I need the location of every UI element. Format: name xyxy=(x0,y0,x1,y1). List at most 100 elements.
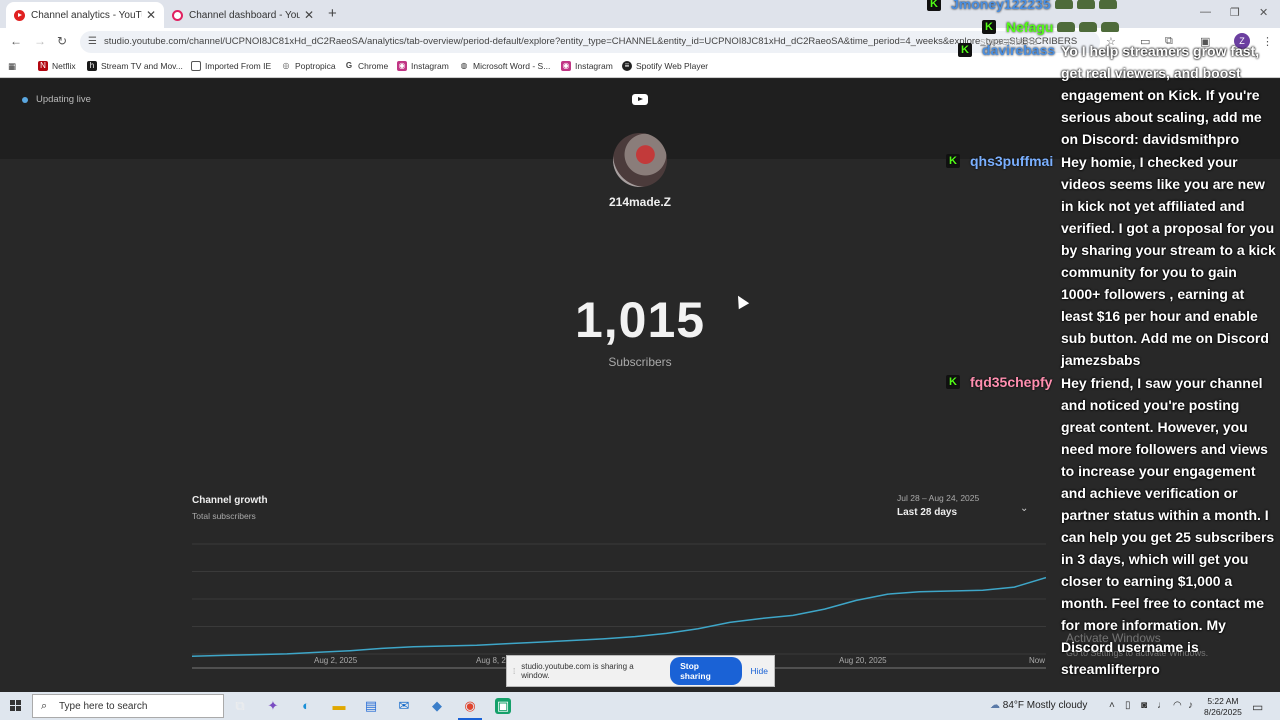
emote-icon xyxy=(1101,22,1120,32)
bookmark-netflix[interactable]: N Netflix xyxy=(38,61,76,71)
chevron-down-icon[interactable]: ⌄ xyxy=(1020,503,1028,514)
pin-icon: ◎ xyxy=(282,61,290,70)
bookmark-spotify[interactable]: ≡ Spotify Web Player xyxy=(622,61,708,71)
chat-username: K qhs3puffmai xyxy=(946,153,1053,169)
chrome-icon[interactable]: ◉ xyxy=(458,698,482,720)
forward-icon[interactable]: → xyxy=(34,34,46,48)
bookmark-poptropica[interactable]: ◎ Poptropica xyxy=(281,61,336,71)
chat-username: K Nefagu xyxy=(982,19,1120,35)
x-tick-label: Now xyxy=(1029,656,1046,665)
volume-icon[interactable]: ♪ xyxy=(1188,700,1193,711)
share-message: studio.youtube.com is sharing a window. xyxy=(521,662,634,680)
maximize-icon[interactable]: ❐ xyxy=(1230,6,1240,19)
bookmark-chrome[interactable]: G Chrome xyxy=(344,61,388,71)
bookmark-imported[interactable]: Imported From IE xyxy=(191,61,271,71)
kick-badge-icon: K xyxy=(946,375,960,389)
weather-widget[interactable]: ☁ 84°F Mostly cloudy xyxy=(990,700,1087,711)
new-tab-button[interactable]: + xyxy=(328,5,337,22)
x-tick-label: Aug 2, 2025 xyxy=(314,656,358,665)
windows-start-icon[interactable] xyxy=(10,700,22,712)
close-icon[interactable]: ✕ xyxy=(146,8,156,22)
tab-channel-dashboard[interactable]: Channel dashboard - YouTube ✕ xyxy=(164,2,322,28)
kick-badge-icon: K xyxy=(927,0,941,11)
subscriber-count: 1,015 xyxy=(574,292,706,348)
address-bar[interactable]: ☰ studio.youtube.com/channel/UCPNOI8JC81… xyxy=(80,31,1100,53)
store-icon[interactable]: ▤ xyxy=(363,698,379,714)
x-tick-label: Aug 20, 2025 xyxy=(839,656,887,665)
close-window-icon[interactable]: ✕ xyxy=(1259,6,1268,19)
close-icon[interactable]: ✕ xyxy=(304,8,314,22)
bookmark-instagram[interactable]: ◉ Instagram xyxy=(397,61,449,71)
search-icon: ⌕ xyxy=(41,700,48,712)
series-line-total-subscribers xyxy=(192,576,1046,657)
activate-windows-watermark: Activate Windows xyxy=(1066,631,1161,645)
emote-icon xyxy=(1054,0,1073,9)
microphone-icon[interactable]: ♩ xyxy=(1157,700,1167,711)
kick-badge-icon: K xyxy=(982,20,996,34)
bookmark-stream-tv[interactable]: h Stream TV and Mov... xyxy=(87,61,183,71)
emote-icon xyxy=(1076,0,1095,9)
bookmark-instagram-2[interactable]: ◉ Instagram xyxy=(561,61,613,71)
activate-windows-subtext: Go to Settings to activate Windows. xyxy=(1066,648,1209,658)
chat-message: Hey homie, I checked your videos seems l… xyxy=(1061,154,1276,368)
youtube-logo-icon xyxy=(632,94,648,105)
battery-icon[interactable]: ▯ xyxy=(1125,700,1131,711)
notifications-icon[interactable]: ▭ xyxy=(1252,700,1263,714)
drag-handle-icon[interactable]: ⁞ xyxy=(513,667,515,676)
edge-icon[interactable]: ◐ xyxy=(298,698,314,714)
system-clock[interactable]: 5:22 AM 8/26/2025 xyxy=(1204,696,1242,718)
taskbar-search-input[interactable]: ⌕ Type here to search xyxy=(32,694,224,718)
back-icon[interactable]: ← xyxy=(10,34,22,48)
minimize-icon[interactable]: — xyxy=(1200,6,1211,18)
chat-username: K davirebass xyxy=(958,42,1055,58)
url-text: studio.youtube.com/channel/UCPNOI8JC81xH… xyxy=(104,36,1078,47)
windows-taskbar: ⌕ Type here to search ⧉ ✦ ◐ ▬ ▤ ✉ ◆ ◉ ▣ … xyxy=(0,692,1280,720)
x-tick-label: Aug 8, 2 xyxy=(476,656,506,665)
camera-icon[interactable]: ◙ xyxy=(1141,700,1147,711)
apps-grid-icon[interactable]: ▦ xyxy=(8,61,16,72)
chat-username: K fqd35chepfy xyxy=(946,374,1052,390)
tray-chevron-up-icon[interactable]: ˄ xyxy=(1109,700,1115,711)
tab-channel-analytics[interactable]: Channel analytics - YouTube St ✕ xyxy=(6,2,164,28)
kick-badge-icon: K xyxy=(958,43,972,57)
spotify-icon: ≡ xyxy=(622,61,632,71)
outlook-icon[interactable]: ✉ xyxy=(396,698,412,714)
live-status: Updating live xyxy=(22,94,91,105)
emote-icon xyxy=(1057,22,1076,32)
emote-icon xyxy=(1079,22,1098,32)
bookmark-word[interactable]: ◍ Microsoft Word - S... xyxy=(459,61,551,71)
kick-app-icon[interactable]: ▣ xyxy=(495,698,511,714)
reload-icon[interactable]: ↻ xyxy=(57,34,67,48)
globe-icon: ◍ xyxy=(460,61,468,70)
range-dropdown[interactable]: Last 28 days xyxy=(897,507,957,518)
chat-username: K Jmoney122235 xyxy=(927,0,1117,12)
youtube-studio-icon xyxy=(172,9,183,21)
growth-subtitle: Total subscribers xyxy=(192,511,256,521)
google-icon: G xyxy=(345,61,353,70)
hulu-icon: h xyxy=(87,61,97,71)
emote-icon xyxy=(1098,0,1117,9)
date-range: Jul 28 – Aug 24, 2025 xyxy=(897,493,980,503)
kick-badge-icon: K xyxy=(946,154,960,168)
copilot-icon[interactable]: ✦ xyxy=(265,698,281,714)
channel-avatar xyxy=(613,133,667,187)
stop-sharing-button[interactable]: Stop sharing xyxy=(670,657,742,685)
cloud-icon: ☁ xyxy=(990,700,1003,711)
youtube-studio-icon xyxy=(14,9,25,21)
growth-chart xyxy=(192,543,1046,669)
folder-icon xyxy=(191,61,201,71)
tab-title: Channel analytics - YouTube St xyxy=(31,9,142,21)
screen-share-bar: ⁞ studio.youtube.com is sharing a window… xyxy=(506,655,775,687)
file-explorer-icon[interactable]: ▬ xyxy=(331,698,347,714)
growth-title: Channel growth xyxy=(192,495,268,506)
chat-message: Yo I help streamers grow fast, get real … xyxy=(1061,43,1262,147)
wifi-icon[interactable]: ◠ xyxy=(1173,700,1182,711)
live-dot-icon xyxy=(22,96,28,103)
hide-button[interactable]: Hide xyxy=(751,666,768,676)
task-view-icon[interactable]: ⧉ xyxy=(232,698,248,714)
site-info-icon[interactable]: ☰ xyxy=(88,36,97,47)
channel-name: 214made.Z xyxy=(608,195,672,209)
tab-title: Channel dashboard - YouTube xyxy=(189,9,300,21)
netflix-icon: N xyxy=(38,61,48,71)
app-icon[interactable]: ◆ xyxy=(429,698,445,714)
